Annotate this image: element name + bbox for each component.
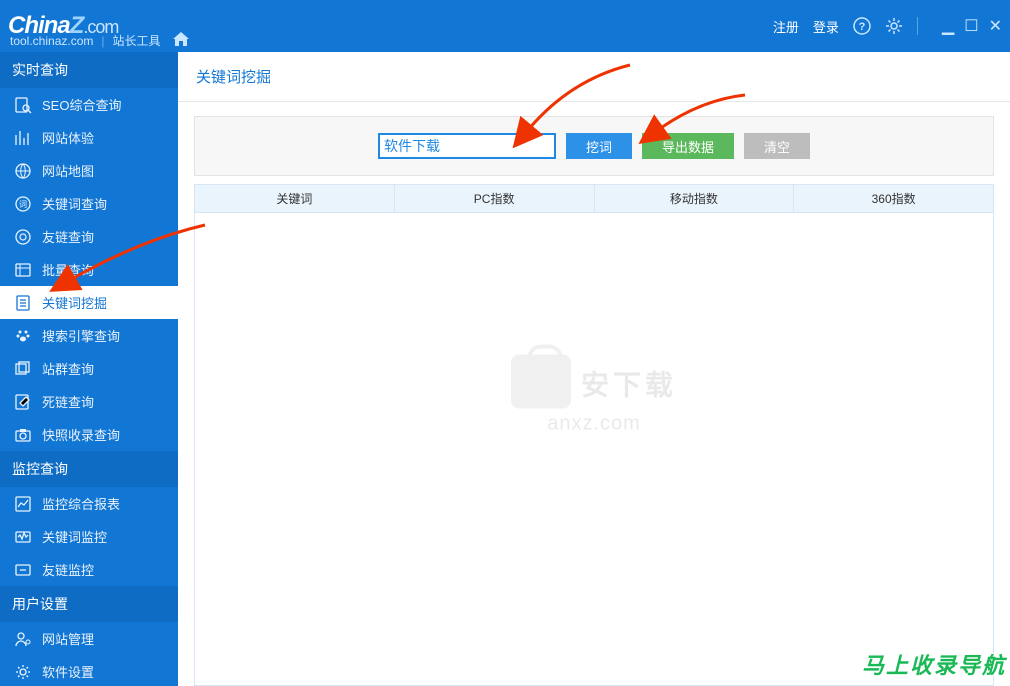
- sidebar-item-site-manage[interactable]: 网站管理: [0, 622, 178, 655]
- sidebar-item-keyword-query[interactable]: 词 关键词查询: [0, 187, 178, 220]
- trend-icon: [14, 495, 32, 513]
- sidebar-item-label: 网站管理: [42, 629, 94, 648]
- result-table: 关键词 PC指数 移动指数 360指数 安下载 anxz.com: [194, 184, 994, 686]
- footer-banner: 马上收录导航: [862, 648, 1006, 680]
- edit-icon: [14, 393, 32, 411]
- register-link[interactable]: 注册: [773, 17, 799, 36]
- maximize-icon[interactable]: ☐: [964, 16, 978, 36]
- sidebar-item-label: SEO综合查询: [42, 95, 121, 114]
- sidebar-item-label: 网站体验: [42, 128, 94, 147]
- sidebar-item-sitemap[interactable]: 网站地图: [0, 154, 178, 187]
- link-icon: [14, 228, 32, 246]
- camera-icon: [14, 426, 32, 444]
- sidebar-item-label: 友链查询: [42, 227, 94, 246]
- watermark: 安下载 anxz.com: [511, 355, 677, 436]
- chart-icon: [14, 129, 32, 147]
- sidebar-item-label: 关键词监控: [42, 527, 107, 546]
- col-mobile-index: 移动指数: [595, 185, 795, 212]
- titlebar: ChinaZ.com tool.chinaz.com | 站长工具 注册 登录 …: [0, 0, 1010, 52]
- word-icon: 词: [14, 195, 32, 213]
- sidebar-item-keyword-monitor[interactable]: 关键词监控: [0, 520, 178, 553]
- sidebar-item-label: 友链监控: [42, 560, 94, 579]
- paw-icon: [14, 327, 32, 345]
- home-icon[interactable]: [173, 32, 189, 49]
- sidebar-item-backlink-monitor[interactable]: 友链监控: [0, 553, 178, 586]
- gear-icon: [14, 663, 32, 681]
- sidebar-item-label: 快照收录查询: [42, 425, 120, 444]
- sidebar-item-label: 网站地图: [42, 161, 94, 180]
- minimize-icon[interactable]: ▁: [942, 16, 954, 36]
- col-pc-index: PC指数: [395, 185, 595, 212]
- sidebar-item-keyword-mining[interactable]: 关键词挖掘: [0, 286, 178, 319]
- sidebar-item-monitor-report[interactable]: 监控综合报表: [0, 487, 178, 520]
- sub-domain: tool.chinaz.com: [10, 34, 93, 48]
- help-icon[interactable]: ?: [853, 17, 871, 35]
- sidebar-item-site-group[interactable]: 站群查询: [0, 352, 178, 385]
- globe-icon: [14, 162, 32, 180]
- page-title: 关键词挖掘: [178, 52, 1010, 102]
- sidebar-item-label: 监控综合报表: [42, 494, 120, 513]
- section-realtime: 实时查询: [0, 52, 178, 88]
- sidebar-item-search-engine[interactable]: 搜索引擎查询: [0, 319, 178, 352]
- settings-icon[interactable]: [885, 17, 903, 35]
- sidebar-item-dead-link[interactable]: 死链查询: [0, 385, 178, 418]
- clear-button[interactable]: 清空: [744, 133, 810, 159]
- svg-text:?: ?: [859, 21, 866, 33]
- svg-text:词: 词: [19, 200, 27, 209]
- batch-icon: [14, 261, 32, 279]
- stack-icon: [14, 360, 32, 378]
- sidebar-item-label: 死链查询: [42, 392, 94, 411]
- sidebar-item-label: 关键词挖掘: [42, 293, 107, 312]
- sidebar-item-batch-query[interactable]: 批量查询: [0, 253, 178, 286]
- sidebar-item-seo[interactable]: SEO综合查询: [0, 88, 178, 121]
- dig-button[interactable]: 挖词: [566, 133, 632, 159]
- section-user: 用户设置: [0, 586, 178, 622]
- export-button[interactable]: 导出数据: [642, 133, 734, 159]
- sub-label: 站长工具: [113, 32, 161, 49]
- sidebar-item-label: 关键词查询: [42, 194, 107, 213]
- link2-icon: [14, 561, 32, 579]
- sidebar-item-label: 软件设置: [42, 662, 94, 681]
- keyword-input[interactable]: [378, 133, 556, 159]
- sidebar-item-label: 搜索引擎查询: [42, 326, 120, 345]
- search-area: 挖词 导出数据 清空: [194, 116, 994, 176]
- sidebar-item-soft-settings[interactable]: 软件设置: [0, 655, 178, 686]
- close-icon[interactable]: ✕: [989, 16, 1002, 36]
- col-360-index: 360指数: [794, 185, 993, 212]
- wave-icon: [14, 528, 32, 546]
- document-icon: [14, 294, 32, 312]
- sidebar-item-backlink-query[interactable]: 友链查询: [0, 220, 178, 253]
- sidebar-item-site-exp[interactable]: 网站体验: [0, 121, 178, 154]
- content: 关键词挖掘 挖词 导出数据 清空 关键词 PC指数 移动指数 360指数 安下载…: [178, 52, 1010, 686]
- sidebar: 实时查询 SEO综合查询 网站体验 网站地图 词 关键词查询 友链查询 批量查询…: [0, 52, 178, 686]
- login-link[interactable]: 登录: [813, 17, 839, 36]
- sidebar-item-snapshot[interactable]: 快照收录查询: [0, 418, 178, 451]
- section-monitor: 监控查询: [0, 451, 178, 487]
- logo: ChinaZ.com tool.chinaz.com | 站长工具: [8, 12, 118, 40]
- search-file-icon: [14, 96, 32, 114]
- col-keyword: 关键词: [195, 185, 395, 212]
- user-gear-icon: [14, 630, 32, 648]
- sidebar-item-label: 批量查询: [42, 260, 94, 279]
- sidebar-item-label: 站群查询: [42, 359, 94, 378]
